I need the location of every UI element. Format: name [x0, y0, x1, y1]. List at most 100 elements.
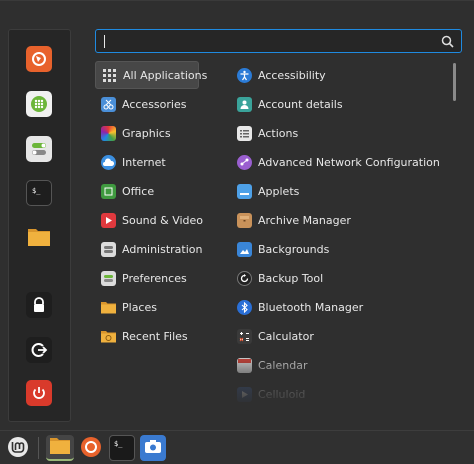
- power-icon: [30, 384, 48, 402]
- account-icon: [237, 96, 252, 112]
- svg-text:$_: $_: [114, 440, 123, 448]
- shutdown-button[interactable]: [26, 380, 52, 406]
- calculator-icon: [237, 328, 252, 344]
- backup-icon: [237, 270, 252, 286]
- accessibility-icon: [237, 67, 252, 83]
- app-backup-tool[interactable]: Backup Tool: [237, 264, 323, 292]
- search-box[interactable]: [95, 29, 462, 53]
- archive-icon: [237, 212, 252, 228]
- settings-launcher[interactable]: [26, 136, 52, 162]
- app-bluetooth-manager[interactable]: Bluetooth Manager: [237, 293, 363, 321]
- category-label: Preferences: [122, 271, 187, 285]
- taskbar-firefox[interactable]: [78, 435, 104, 461]
- folder-icon: [101, 329, 116, 344]
- preferences-icon: [101, 270, 116, 286]
- app-celluloid[interactable]: Celluloid: [237, 380, 305, 404]
- app-label: Advanced Network Configuration: [258, 155, 440, 169]
- app-label: Accessibility: [258, 68, 326, 82]
- office-icon: [101, 183, 116, 199]
- search-input[interactable]: [106, 33, 426, 50]
- terminal-icon: $_: [112, 437, 132, 460]
- applets-icon: [237, 183, 252, 199]
- firefox-launcher[interactable]: [26, 46, 52, 72]
- software-manager-launcher[interactable]: [26, 91, 52, 117]
- category-places[interactable]: Places: [95, 293, 199, 321]
- network-icon: [237, 154, 252, 170]
- bluetooth-icon: [237, 299, 252, 315]
- app-actions[interactable]: Actions: [237, 119, 298, 147]
- category-recent-files[interactable]: Recent Files: [95, 322, 199, 350]
- category-sound-video[interactable]: Sound & Video: [95, 206, 203, 234]
- app-label: Calculator: [258, 329, 314, 343]
- app-calculator[interactable]: Calculator: [237, 322, 314, 350]
- app-label: Archive Manager: [258, 213, 351, 227]
- taskbar: $_: [0, 430, 474, 464]
- settings-toggle-icon: [30, 140, 48, 158]
- app-list-scrollbar[interactable]: [453, 63, 456, 101]
- category-label: Sound & Video: [122, 213, 204, 227]
- app-label: Celluloid: [258, 387, 306, 401]
- play-icon: [101, 212, 116, 228]
- terminal-icon: $_: [30, 184, 48, 202]
- category-label: Graphics: [122, 126, 171, 140]
- category-graphics[interactable]: Graphics: [95, 119, 199, 147]
- folder-icon: [101, 300, 116, 315]
- application-list: Accessibility Account details Actions Ad…: [232, 61, 452, 404]
- category-accessories[interactable]: Accessories: [95, 90, 199, 118]
- taskbar-files[interactable]: [46, 435, 74, 461]
- app-accessibility[interactable]: Accessibility: [237, 61, 326, 89]
- taskbar-divider: [38, 437, 39, 459]
- admin-icon: [101, 241, 116, 257]
- taskbar-terminal[interactable]: $_: [109, 435, 135, 461]
- app-archive-manager[interactable]: Archive Manager: [237, 206, 351, 234]
- app-advanced-network-configuration[interactable]: Advanced Network Configuration: [237, 148, 440, 176]
- app-label: Backgrounds: [258, 242, 330, 256]
- folder-icon: [27, 226, 51, 248]
- app-label: Applets: [258, 184, 300, 198]
- category-label: All Applications: [123, 68, 208, 82]
- mint-menu-icon: [7, 436, 29, 461]
- lock-screen-button[interactable]: [26, 292, 52, 318]
- app-backgrounds[interactable]: Backgrounds: [237, 235, 329, 263]
- app-label: Backup Tool: [258, 271, 324, 285]
- files-launcher[interactable]: [26, 224, 52, 250]
- calendar-icon: [237, 357, 252, 373]
- app-calendar[interactable]: Calendar: [237, 351, 307, 379]
- logout-icon: [30, 341, 48, 359]
- firefox-icon: [80, 436, 102, 461]
- celluloid-icon: [237, 386, 252, 402]
- category-preferences[interactable]: Preferences: [95, 264, 199, 292]
- category-label: Accessories: [122, 97, 187, 111]
- category-administration[interactable]: Administration: [95, 235, 203, 263]
- application-menu: $_ All Applications Accessories Graphics…: [0, 0, 474, 430]
- app-account-details[interactable]: Account details: [237, 90, 343, 118]
- text-cursor: [104, 35, 105, 48]
- lock-icon: [30, 296, 48, 314]
- search-icon[interactable]: [441, 35, 454, 48]
- app-label: Bluetooth Manager: [258, 300, 364, 314]
- category-label: Places: [122, 300, 157, 314]
- category-office[interactable]: Office: [95, 177, 199, 205]
- logout-button[interactable]: [26, 337, 52, 363]
- files-icon: [49, 437, 71, 458]
- app-label: Calendar: [258, 358, 308, 372]
- svg-text:$_: $_: [32, 187, 41, 195]
- favorites-sidebar: $_: [8, 29, 71, 422]
- backgrounds-icon: [237, 241, 252, 257]
- app-label: Account details: [258, 97, 343, 111]
- scissors-icon: [101, 96, 116, 112]
- category-label: Administration: [122, 242, 203, 256]
- mint-menu-button[interactable]: [5, 435, 31, 461]
- software-manager-icon: [30, 95, 48, 113]
- screenshot-icon: [144, 439, 162, 458]
- category-label: Recent Files: [122, 329, 188, 343]
- category-label: Office: [122, 184, 155, 198]
- cloud-icon: [101, 154, 116, 170]
- graphics-icon: [101, 125, 116, 141]
- taskbar-screenshot[interactable]: [140, 435, 166, 461]
- firefox-icon: [30, 50, 48, 68]
- category-all-applications[interactable]: All Applications: [95, 61, 207, 89]
- terminal-launcher[interactable]: $_: [26, 180, 52, 206]
- category-internet[interactable]: Internet: [95, 148, 199, 176]
- app-applets[interactable]: Applets: [237, 177, 299, 205]
